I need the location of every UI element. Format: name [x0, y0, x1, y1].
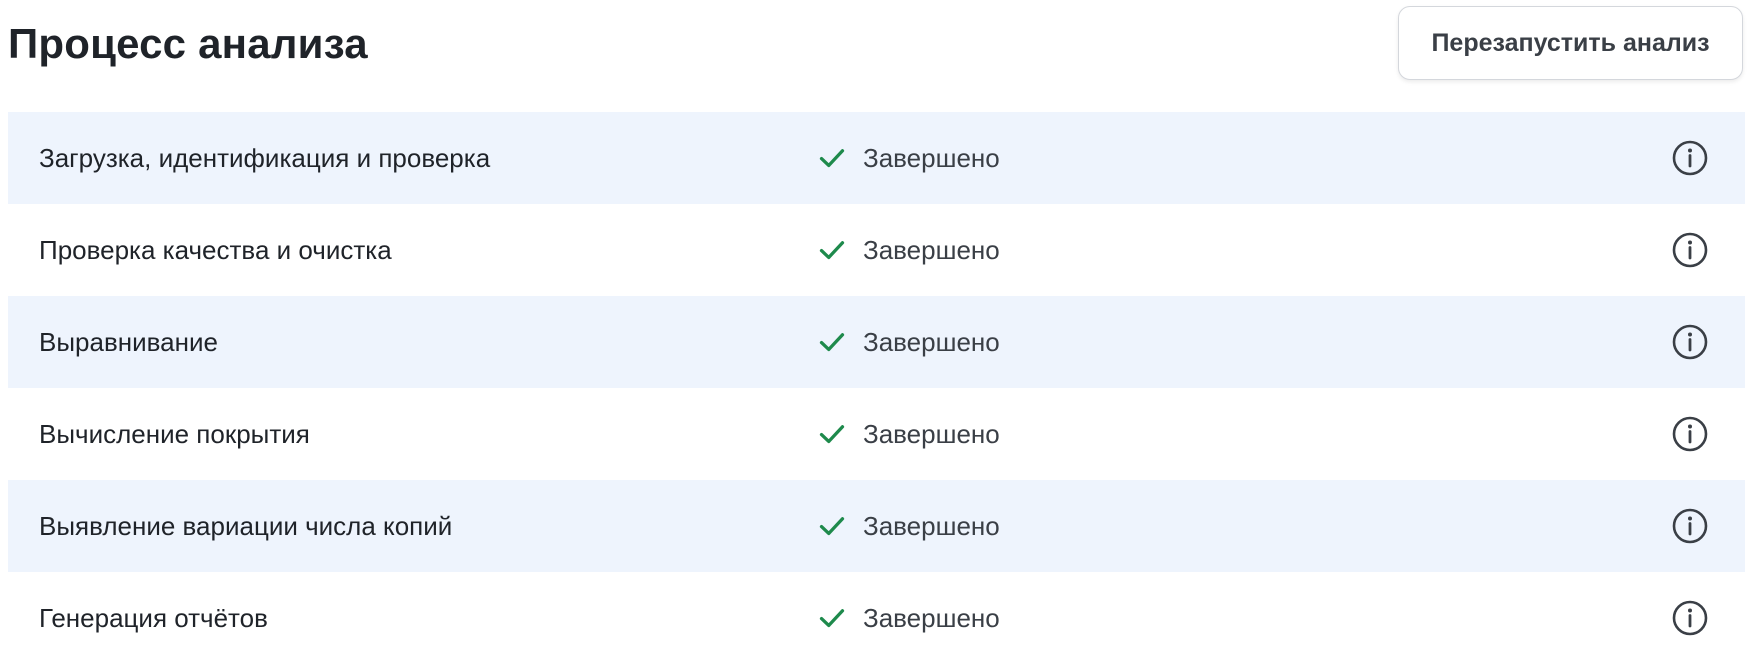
status-label: Завершено — [863, 602, 1000, 633]
step-name: Вычисление покрытия — [39, 418, 310, 449]
steps-list: Загрузка, идентификация и проверка Завер… — [8, 112, 1745, 660]
step-row: Вычисление покрытия Завершено — [8, 388, 1745, 480]
page-title: Процесс анализа — [8, 20, 368, 67]
status-label: Завершено — [863, 142, 1000, 173]
step-row: Проверка качества и очистка Завершено — [8, 204, 1745, 296]
step-status: Завершено — [818, 327, 1000, 358]
info-icon[interactable] — [1671, 415, 1709, 453]
step-name: Проверка качества и очистка — [39, 234, 392, 265]
status-label: Завершено — [863, 326, 1000, 357]
status-label: Завершено — [863, 234, 1000, 265]
restart-analysis-button[interactable]: Перезапустить анализ — [1398, 6, 1743, 80]
info-icon[interactable] — [1671, 139, 1709, 177]
step-status: Завершено — [818, 603, 1000, 634]
step-status: Завершено — [818, 235, 1000, 266]
step-row: Загрузка, идентификация и проверка Завер… — [8, 112, 1745, 204]
step-name: Выравнивание — [39, 326, 218, 357]
status-label: Завершено — [863, 510, 1000, 541]
step-row: Генерация отчётов Завершено — [8, 572, 1745, 660]
info-icon[interactable] — [1671, 231, 1709, 269]
analysis-process-panel: Процесс анализа Перезапустить анализ Заг… — [0, 0, 1747, 660]
step-status: Завершено — [818, 511, 1000, 542]
status-label: Завершено — [863, 418, 1000, 449]
step-row: Выявление вариации числа копий Завершено — [8, 480, 1745, 572]
check-icon — [819, 609, 845, 628]
step-name: Выявление вариации числа копий — [39, 510, 453, 541]
check-icon — [819, 333, 845, 352]
check-icon — [819, 149, 845, 168]
step-name: Генерация отчётов — [39, 602, 268, 633]
info-icon[interactable] — [1671, 599, 1709, 637]
check-icon — [819, 517, 845, 536]
check-icon — [819, 425, 845, 444]
step-status: Завершено — [818, 143, 1000, 174]
info-icon[interactable] — [1671, 323, 1709, 361]
check-icon — [819, 241, 845, 260]
step-name: Загрузка, идентификация и проверка — [39, 142, 491, 173]
step-status: Завершено — [818, 419, 1000, 450]
step-row: Выравнивание Завершено — [8, 296, 1745, 388]
info-icon[interactable] — [1671, 507, 1709, 545]
